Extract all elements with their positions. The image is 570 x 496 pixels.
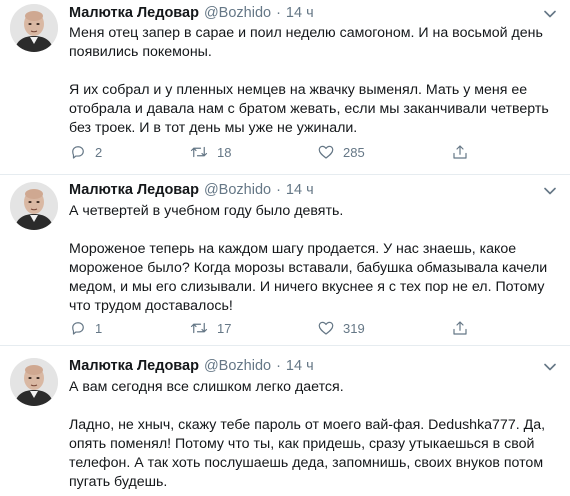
like-count: 319 xyxy=(343,320,365,336)
separator-dot: · xyxy=(276,182,281,198)
avatar-image xyxy=(10,4,58,52)
share-button[interactable] xyxy=(451,142,469,162)
tweet-header: Малютка Ледовар @Bozhido · 14 ч xyxy=(69,180,314,200)
tweet-paragraph: Ладно, не хныч, скажу тебе пароль от мое… xyxy=(69,417,546,490)
tweet-paragraph: А четвертей в учебном году было девять. xyxy=(69,203,344,219)
author-handle[interactable]: @Bozhido xyxy=(204,180,271,200)
chevron-down-icon[interactable] xyxy=(542,359,558,375)
share-icon xyxy=(453,321,467,335)
tweet-paragraph: Я их собрал и у пленных немцев на жвачку… xyxy=(69,82,549,136)
author-name[interactable]: Малютка Ледовар xyxy=(69,180,199,200)
retweet-count: 18 xyxy=(217,144,232,160)
tweet-header: Малютка Ледовар @Bozhido · 14 ч xyxy=(69,356,314,376)
like-button[interactable]: 319 xyxy=(317,318,451,338)
timestamp[interactable]: 14 ч xyxy=(286,3,314,23)
separator-dot: · xyxy=(276,358,281,374)
tweet-actions: 2 18 285 xyxy=(69,142,489,162)
retweet-button[interactable]: 18 xyxy=(189,142,317,162)
author-name[interactable]: Малютка Ледовар xyxy=(69,356,199,376)
tweet-text: Меня отец запер в сарае и поил неделю са… xyxy=(69,24,556,138)
tweet-actions: 1 17 319 xyxy=(69,318,489,338)
avatar[interactable] xyxy=(10,182,58,230)
heart-icon xyxy=(318,145,334,159)
tweet-paragraph: А вам сегодня все слишком легко дается. xyxy=(69,379,344,395)
timestamp[interactable]: 14 ч xyxy=(286,356,314,376)
tweet-paragraph: Меня отец запер в сарае и поил неделю са… xyxy=(69,25,543,60)
chevron-down-icon[interactable] xyxy=(542,183,558,199)
reply-button[interactable]: 2 xyxy=(69,142,189,162)
heart-icon xyxy=(318,321,334,335)
retweet-button[interactable]: 17 xyxy=(189,318,317,338)
retweet-icon xyxy=(190,322,208,334)
author-handle[interactable]: @Bozhido xyxy=(204,3,271,23)
timestamp[interactable]: 14 ч xyxy=(286,180,314,200)
tweet-text: А вам сегодня все слишком легко дается. … xyxy=(69,378,556,492)
tweet-text: А четвертей в учебном году было девять. … xyxy=(69,202,556,316)
reply-icon xyxy=(72,322,84,335)
avatar-image xyxy=(10,358,58,406)
share-icon xyxy=(453,145,467,159)
author-name[interactable]: Малютка Ледовар xyxy=(69,3,199,23)
tweet-header: Малютка Ледовар @Bozhido · 14 ч xyxy=(69,3,314,23)
like-button[interactable]: 285 xyxy=(317,142,451,162)
tweet[interactable]: Малютка Ледовар @Bozhido · 14 ч А вам се… xyxy=(0,346,570,496)
avatar[interactable] xyxy=(10,4,58,52)
retweet-icon xyxy=(190,146,208,158)
retweet-count: 17 xyxy=(217,320,232,336)
like-count: 285 xyxy=(343,144,365,160)
separator-dot: · xyxy=(276,5,281,21)
tweet[interactable]: Малютка Ледовар @Bozhido · 14 ч Меня оте… xyxy=(0,0,570,174)
reply-icon xyxy=(72,146,84,159)
avatar[interactable] xyxy=(10,358,58,406)
avatar-image xyxy=(10,182,58,230)
tweet-feed: Малютка Ледовар @Bozhido · 14 ч Меня оте… xyxy=(0,0,570,496)
reply-count: 1 xyxy=(95,320,103,336)
share-button[interactable] xyxy=(451,318,469,338)
tweet-paragraph: Мороженое теперь на каждом шагу продаетс… xyxy=(69,241,548,314)
reply-count: 2 xyxy=(95,144,103,160)
tweet[interactable]: Малютка Ледовар @Bozhido · 14 ч А четвер… xyxy=(0,175,570,345)
reply-button[interactable]: 1 xyxy=(69,318,189,338)
author-handle[interactable]: @Bozhido xyxy=(204,356,271,376)
chevron-down-icon[interactable] xyxy=(542,6,558,22)
